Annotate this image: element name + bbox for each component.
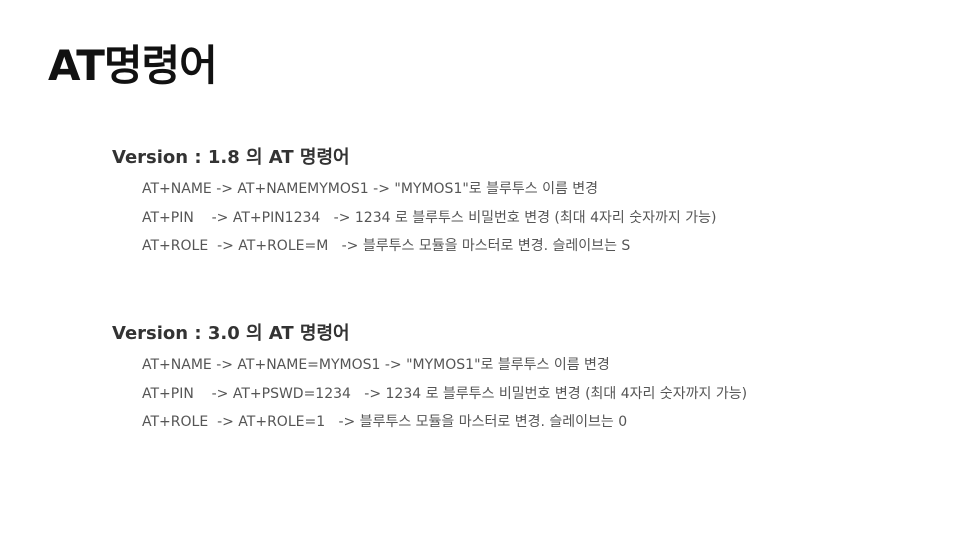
section-heading: Version : 1.8 의 AT 명령어 — [112, 147, 350, 168]
section-heading: Version : 3.0 의 AT 명령어 — [112, 323, 350, 344]
command-line-role: AT+ROLE -> AT+ROLE=1 -> 블루투스 모듈을 마스터로 변경… — [142, 414, 628, 430]
command-line-pin: AT+PIN -> AT+PSWD=1234 -> 1234 로 블루투스 비밀… — [142, 385, 748, 402]
command-list: AT+NAME -> AT+NAME=MYMOS1 -> "MYMOS1"로 블… — [112, 351, 932, 437]
slide-title: AT명령어 — [48, 41, 218, 90]
command-list: AT+NAME -> AT+NAMEMYMOS1 -> "MYMOS1"로 블루… — [112, 175, 932, 261]
version-3-0-section: Version : 3.0 의 AT 명령어 AT+NAME -> AT+NAM… — [112, 321, 932, 437]
command-line-role: AT+ROLE -> AT+ROLE=M -> 블루투스 모듈을 마스터로 변경… — [142, 238, 631, 254]
version-1-8-section: Version : 1.8 의 AT 명령어 AT+NAME -> AT+NAM… — [112, 145, 932, 261]
command-line-name: AT+NAME -> AT+NAMEMYMOS1 -> "MYMOS1"로 블루… — [142, 181, 599, 197]
slide: AT명령어 Version : 1.8 의 AT 명령어 AT+NAME -> … — [0, 0, 960, 540]
command-line-name: AT+NAME -> AT+NAME=MYMOS1 -> "MYMOS1"로 블… — [142, 357, 610, 373]
command-line-pin: AT+PIN -> AT+PIN1234 -> 1234 로 블루투스 비밀번호… — [142, 209, 717, 226]
